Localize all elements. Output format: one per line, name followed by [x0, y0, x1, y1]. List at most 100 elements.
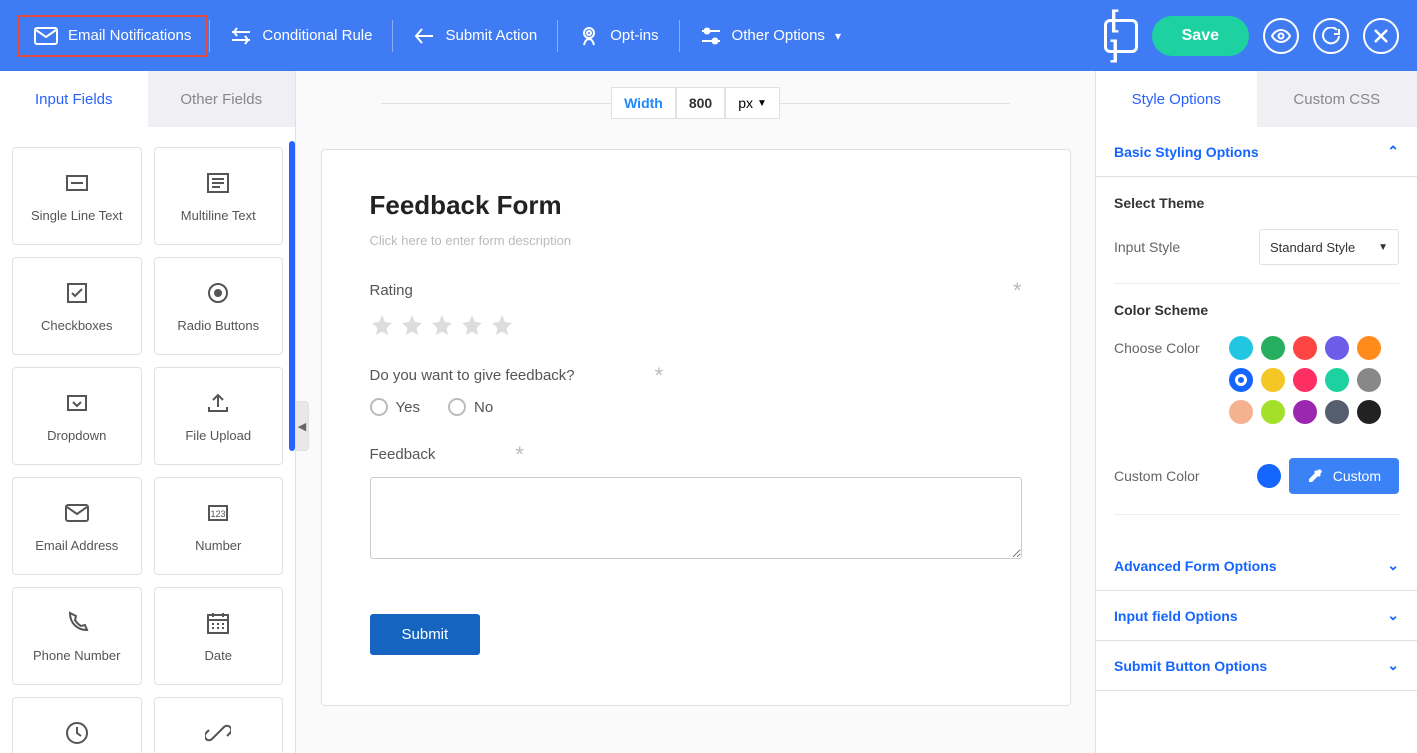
- input-style-select[interactable]: Standard Style ▼: [1259, 229, 1399, 265]
- feedback-text-field[interactable]: Feedback *: [370, 446, 1022, 564]
- nav-submit-action[interactable]: Submit Action: [395, 14, 555, 58]
- tab-custom-css[interactable]: Custom CSS: [1257, 71, 1417, 127]
- color-swatch[interactable]: [1357, 336, 1381, 360]
- nav-optins[interactable]: Opt-ins: [560, 14, 676, 58]
- tab-input-fields[interactable]: Input Fields: [0, 71, 148, 127]
- radio-icon: [205, 280, 231, 306]
- form-description[interactable]: Click here to enter form description: [370, 233, 1022, 248]
- field-card-clock[interactable]: Time: [12, 697, 142, 753]
- color-swatch[interactable]: [1261, 368, 1285, 392]
- rating-stars[interactable]: [370, 313, 1022, 337]
- radio-no[interactable]: No: [448, 398, 493, 416]
- accordion-submit-button[interactable]: Submit Button Options ⌄: [1096, 641, 1417, 691]
- multiline-icon: [205, 170, 231, 196]
- submit-button[interactable]: Submit: [370, 614, 481, 655]
- nav-email-notifications[interactable]: Email Notifications: [18, 15, 207, 57]
- accordion-advanced-form[interactable]: Advanced Form Options ⌄: [1096, 541, 1417, 591]
- field-card-multiline[interactable]: Multiline Text: [154, 147, 284, 245]
- custom-color-button[interactable]: Custom: [1289, 458, 1399, 494]
- color-swatch[interactable]: [1229, 368, 1253, 392]
- accordion-basic-styling-label: Basic Styling Options: [1114, 144, 1259, 160]
- field-card-checkbox[interactable]: Checkboxes: [12, 257, 142, 355]
- color-swatch[interactable]: [1293, 400, 1317, 424]
- eyedropper-icon: [1307, 468, 1323, 484]
- clock-icon: [64, 720, 90, 746]
- field-card-number[interactable]: 123 Number: [154, 477, 284, 575]
- accordion-basic-styling[interactable]: Basic Styling Options ⌃: [1096, 127, 1417, 177]
- tab-style-options[interactable]: Style Options: [1096, 71, 1257, 127]
- form-canvas-area: Width 800 px ▼ Feedback Form Click here …: [296, 71, 1095, 753]
- nav-other-options-label: Other Options: [732, 27, 825, 44]
- refresh-button[interactable]: [1313, 18, 1349, 54]
- sliders-icon: [700, 25, 722, 47]
- color-swatch[interactable]: [1325, 336, 1349, 360]
- field-card-date[interactable]: Date: [154, 587, 284, 685]
- left-panel: Input Fields Other Fields Single Line Te…: [0, 71, 296, 753]
- form-preview: Feedback Form Click here to enter form d…: [321, 149, 1071, 706]
- width-control: Width 800 px ▼: [381, 85, 1010, 121]
- checkbox-icon: [64, 280, 90, 306]
- field-card-phone[interactable]: Phone Number: [12, 587, 142, 685]
- color-swatch[interactable]: [1261, 400, 1285, 424]
- custom-color-preview[interactable]: [1257, 464, 1281, 488]
- preview-button[interactable]: [1263, 18, 1299, 54]
- accordion-input-field-label: Input field Options: [1114, 608, 1238, 624]
- feedback-question-field[interactable]: Do you want to give feedback? * Yes No: [370, 367, 1022, 416]
- upload-icon: [205, 390, 231, 416]
- chevron-left-icon: ◀: [298, 420, 306, 433]
- color-swatch[interactable]: [1293, 368, 1317, 392]
- field-card-label: Multiline Text: [181, 208, 256, 223]
- star-icon: [460, 313, 484, 337]
- separator: [557, 20, 558, 52]
- width-value-input[interactable]: 800: [676, 87, 725, 119]
- field-card-single-line[interactable]: Single Line Text: [12, 147, 142, 245]
- star-icon: [370, 313, 394, 337]
- nav-other-options[interactable]: Other Options ▾: [682, 14, 859, 58]
- field-card-label: Radio Buttons: [177, 318, 259, 333]
- color-swatch[interactable]: [1229, 400, 1253, 424]
- field-card-label: Number: [195, 538, 241, 553]
- collapse-left-panel[interactable]: ◀: [295, 401, 309, 451]
- color-swatch[interactable]: [1357, 368, 1381, 392]
- field-card-upload[interactable]: File Upload: [154, 367, 284, 465]
- width-unit-select[interactable]: px ▼: [725, 87, 780, 119]
- radio-circle-icon: [370, 398, 388, 416]
- number-icon: 123: [205, 500, 231, 526]
- field-card-radio[interactable]: Radio Buttons: [154, 257, 284, 355]
- phone-icon: [64, 610, 90, 636]
- color-swatch[interactable]: [1325, 368, 1349, 392]
- feedback-textarea[interactable]: [370, 477, 1022, 559]
- caret-down-icon: ▼: [1378, 242, 1388, 253]
- color-swatch[interactable]: [1325, 400, 1349, 424]
- code-brackets-button[interactable]: [ ]: [1104, 19, 1138, 53]
- top-toolbar: Email Notifications Conditional Rule Sub…: [0, 0, 1417, 71]
- nav-email-notifications-label: Email Notifications: [68, 27, 191, 44]
- tab-other-fields[interactable]: Other Fields: [148, 71, 296, 127]
- feedback-question-label: Do you want to give feedback?: [370, 367, 575, 384]
- separator: [392, 20, 393, 52]
- field-card-mail[interactable]: Email Address: [12, 477, 142, 575]
- field-card-dropdown[interactable]: Dropdown: [12, 367, 142, 465]
- rating-field[interactable]: Rating *: [370, 282, 1022, 337]
- nav-conditional-rule[interactable]: Conditional Rule: [212, 14, 390, 58]
- chevron-down-icon: ▾: [835, 29, 841, 43]
- rating-label: Rating: [370, 282, 413, 299]
- color-swatch[interactable]: [1261, 336, 1285, 360]
- save-button[interactable]: Save: [1152, 16, 1249, 56]
- accordion-input-field[interactable]: Input field Options ⌄: [1096, 591, 1417, 641]
- field-card-link[interactable]: URL: [154, 697, 284, 753]
- input-style-value: Standard Style: [1270, 240, 1355, 255]
- link-icon: [205, 720, 231, 746]
- accordion-submit-button-label: Submit Button Options: [1114, 658, 1267, 674]
- radio-yes[interactable]: Yes: [370, 398, 420, 416]
- color-swatch[interactable]: [1357, 400, 1381, 424]
- custom-color-label: Custom Color: [1114, 468, 1200, 484]
- color-swatch[interactable]: [1293, 336, 1317, 360]
- feedback-label: Feedback: [370, 446, 436, 463]
- svg-text:123: 123: [211, 509, 226, 519]
- color-swatch[interactable]: [1229, 336, 1253, 360]
- form-title[interactable]: Feedback Form: [370, 190, 1022, 221]
- close-button[interactable]: [1363, 18, 1399, 54]
- field-card-label: Email Address: [35, 538, 118, 553]
- star-icon: [430, 313, 454, 337]
